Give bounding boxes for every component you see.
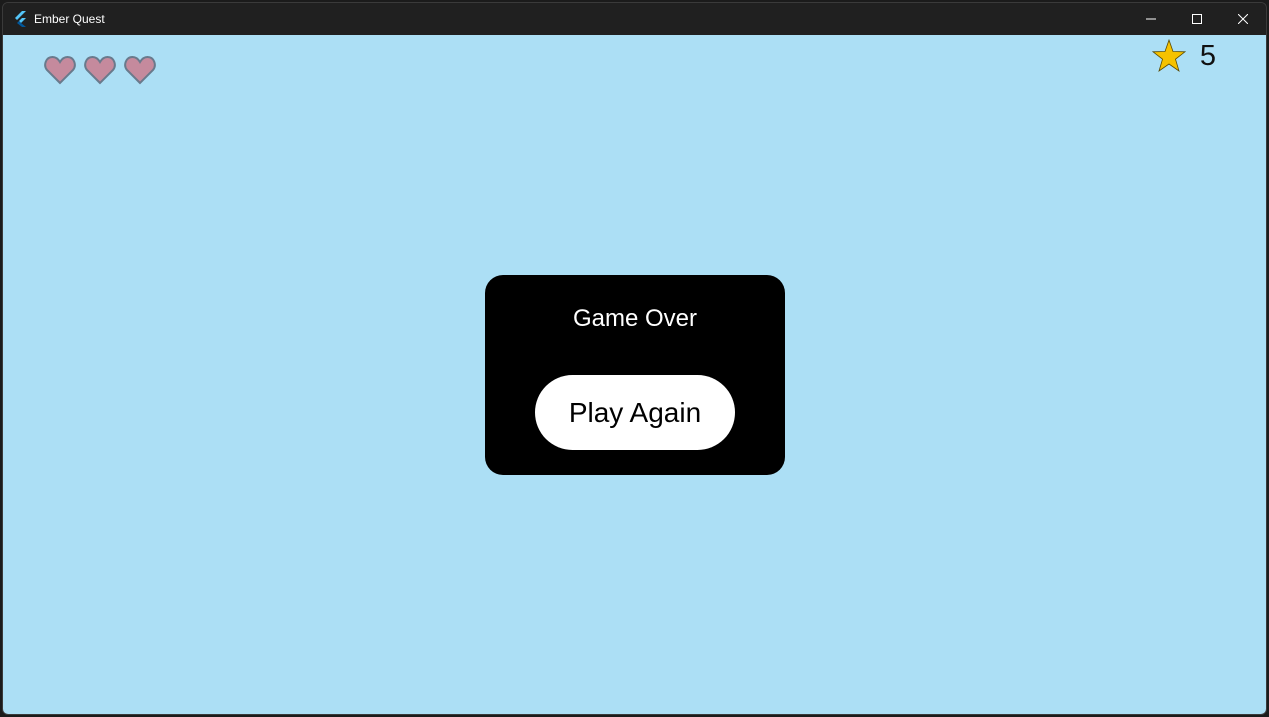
flutter-icon [13, 11, 29, 27]
maximize-icon [1192, 14, 1202, 24]
minimize-icon [1146, 18, 1156, 20]
close-icon [1238, 14, 1248, 24]
maximize-button[interactable] [1174, 3, 1220, 35]
title-bar[interactable]: Ember Quest [3, 3, 1266, 35]
heart-icon [44, 55, 76, 85]
close-button[interactable] [1220, 3, 1266, 35]
play-again-button[interactable]: Play Again [535, 375, 735, 450]
dialog-title: Game Over [572, 305, 698, 332]
score-value: 5 [1199, 40, 1216, 72]
star-icon [1151, 39, 1186, 72]
minimize-button[interactable] [1128, 3, 1174, 35]
heart-icon [124, 55, 156, 85]
app-window: Ember Quest 5 Game Over Play Again [2, 2, 1267, 715]
game-canvas[interactable]: 5 Game Over Play Again [3, 35, 1266, 714]
game-over-dialog: Game Over Play Again [485, 275, 785, 475]
window-title: Ember Quest [34, 12, 105, 26]
lives-display [44, 55, 156, 85]
heart-icon [84, 55, 116, 85]
score-display: 5 [1151, 39, 1216, 73]
